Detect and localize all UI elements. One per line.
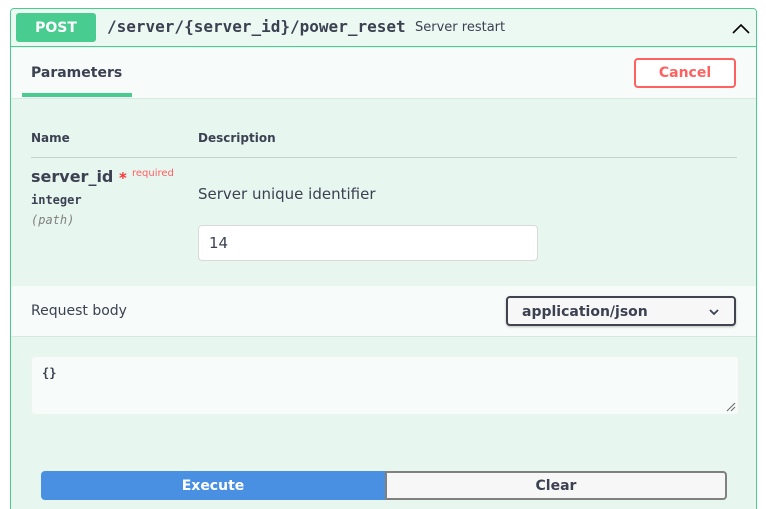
request-body-text: {} (42, 366, 57, 380)
operation-summary-text: Server restart (415, 20, 506, 35)
server-id-input[interactable] (198, 225, 538, 261)
resize-grip-icon[interactable] (726, 402, 736, 412)
chevron-up-icon[interactable] (731, 19, 751, 39)
operation-block: POST /server/{server_id}/power_reset Ser… (10, 8, 757, 509)
parameters-header: Parameters Cancel (11, 48, 756, 99)
content-type-value: application/json (522, 304, 648, 320)
operation-path: /server/{server_id}/power_reset (107, 17, 406, 36)
method-badge: POST (16, 13, 96, 42)
request-body-header: Request body application/json (11, 286, 756, 337)
request-body-label: Request body (31, 303, 127, 319)
param-name: server_id (31, 167, 114, 186)
param-type: integer (31, 193, 82, 207)
operation-summary[interactable]: POST /server/{server_id}/power_reset Ser… (11, 9, 756, 47)
chevron-down-icon (709, 309, 719, 316)
clear-button[interactable]: Clear (385, 471, 727, 500)
execute-button[interactable]: Execute (41, 471, 385, 500)
column-header-name: Name (31, 131, 70, 145)
tab-parameters[interactable]: Parameters (22, 48, 132, 97)
column-header-description: Description (198, 131, 276, 145)
param-description: Server unique identifier (198, 185, 376, 203)
tab-parameters-label: Parameters (31, 65, 123, 81)
column-divider (31, 157, 737, 158)
content-type-select[interactable]: application/json (506, 296, 736, 326)
param-location: (path) (31, 213, 75, 227)
cancel-button[interactable]: Cancel (634, 58, 736, 88)
required-star: * (119, 169, 127, 187)
required-label: required (132, 168, 174, 179)
request-body-editor[interactable]: {} (31, 356, 739, 415)
